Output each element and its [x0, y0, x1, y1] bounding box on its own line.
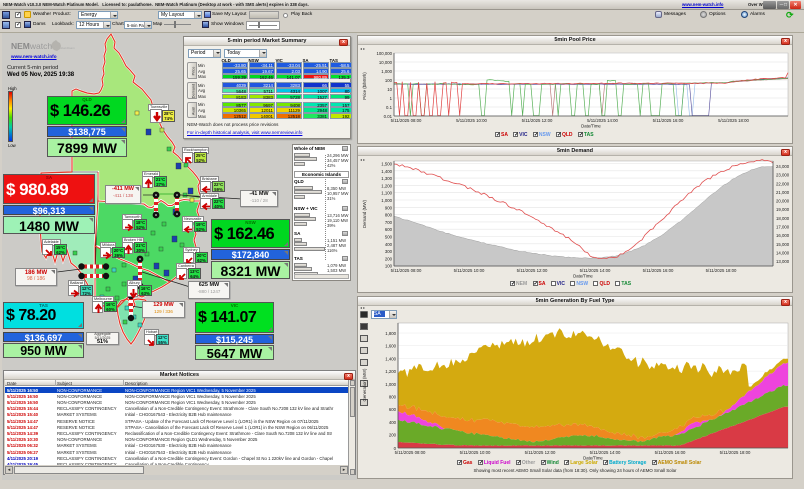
svg-text:5/11/2025 12:00: 5/11/2025 12:00 [525, 450, 556, 455]
svg-text:Demand (MW): Demand (MW) [362, 199, 367, 228]
svg-text:5/11/2025 08:00: 5/11/2025 08:00 [395, 450, 426, 455]
svg-text:100,000: 100,000 [376, 51, 392, 56]
svg-text:400: 400 [385, 242, 393, 247]
svg-text:23,000: 23,000 [776, 173, 790, 178]
svg-text:21,000: 21,000 [776, 190, 790, 195]
svg-text:700: 700 [385, 220, 393, 225]
svg-text:5/11/2025 12:00: 5/11/2025 12:00 [522, 118, 553, 123]
svg-text:100: 100 [385, 78, 393, 83]
svg-text:15,000: 15,000 [776, 242, 790, 247]
svg-text:600: 600 [385, 227, 393, 232]
svg-text:5/11/2025 18:00: 5/11/2025 18:00 [718, 118, 749, 123]
svg-text:18,000: 18,000 [776, 216, 790, 221]
svg-text:5/11/2025 18:00: 5/11/2025 18:00 [706, 268, 737, 273]
svg-text:10,000: 10,000 [379, 60, 393, 65]
svg-text:200: 200 [389, 433, 397, 438]
svg-text:800: 800 [385, 213, 393, 218]
svg-text:24,000: 24,000 [776, 164, 790, 169]
svg-text:1,600: 1,600 [385, 344, 396, 349]
svg-text:1,000: 1,000 [381, 198, 392, 203]
svg-text:5/11/2025 10:00: 5/11/2025 10:00 [460, 450, 491, 455]
svg-text:1,200: 1,200 [385, 369, 396, 374]
svg-text:400: 400 [389, 420, 397, 425]
svg-text:1,500: 1,500 [381, 162, 392, 167]
svg-text:5/11/2025 16:00: 5/11/2025 16:00 [653, 118, 684, 123]
svg-text:5/11/2025 14:00: 5/11/2025 14:00 [580, 268, 611, 273]
svg-text:Date/Time: Date/Time [573, 274, 593, 279]
svg-text:1,000: 1,000 [385, 382, 396, 387]
svg-text:5/11/2025 18:00: 5/11/2025 18:00 [720, 450, 751, 455]
svg-text:5/11/2025 08:00: 5/11/2025 08:00 [391, 268, 422, 273]
svg-text:1,100: 1,100 [381, 191, 392, 196]
svg-text:10: 10 [387, 87, 392, 92]
svg-text:300: 300 [385, 249, 393, 254]
svg-text:900: 900 [385, 205, 393, 210]
svg-text:5/11/2025 16:00: 5/11/2025 16:00 [643, 268, 674, 273]
svg-text:1,800: 1,800 [385, 331, 396, 336]
svg-text:1,400: 1,400 [385, 356, 396, 361]
svg-text:5/11/2025 08:00: 5/11/2025 08:00 [391, 118, 422, 123]
svg-text:1,000: 1,000 [381, 69, 392, 74]
svg-text:1,300: 1,300 [381, 176, 392, 181]
svg-text:Generation (MW): Generation (MW) [362, 368, 367, 402]
svg-text:0.1: 0.1 [386, 105, 393, 110]
svg-text:14,000: 14,000 [776, 250, 790, 255]
svg-text:19,000: 19,000 [776, 207, 790, 212]
svg-text:5/11/2025 12:00: 5/11/2025 12:00 [517, 268, 548, 273]
svg-text:1,400: 1,400 [381, 169, 392, 174]
svg-text:500: 500 [385, 235, 393, 240]
svg-text:Date/Time: Date/Time [581, 124, 601, 129]
svg-text:5/11/2025 10:00: 5/11/2025 10:00 [454, 268, 485, 273]
svg-text:800: 800 [389, 395, 397, 400]
svg-text:13,000: 13,000 [776, 259, 790, 264]
svg-text:5/11/2025 10:00: 5/11/2025 10:00 [456, 118, 487, 123]
svg-text:5/11/2025 14:00: 5/11/2025 14:00 [590, 450, 621, 455]
svg-text:Price ($/MWh): Price ($/MWh) [362, 72, 367, 100]
svg-text:5/11/2025 16:00: 5/11/2025 16:00 [655, 450, 686, 455]
svg-text:16,000: 16,000 [776, 233, 790, 238]
svg-text:600: 600 [389, 407, 397, 412]
svg-text:200: 200 [385, 256, 393, 261]
svg-text:20,000: 20,000 [776, 199, 790, 204]
svg-text:1: 1 [390, 96, 393, 101]
svg-text:22,000: 22,000 [776, 181, 790, 186]
svg-text:5/11/2025 14:00: 5/11/2025 14:00 [587, 118, 618, 123]
svg-text:17,000: 17,000 [776, 225, 790, 230]
svg-text:1,200: 1,200 [381, 183, 392, 188]
